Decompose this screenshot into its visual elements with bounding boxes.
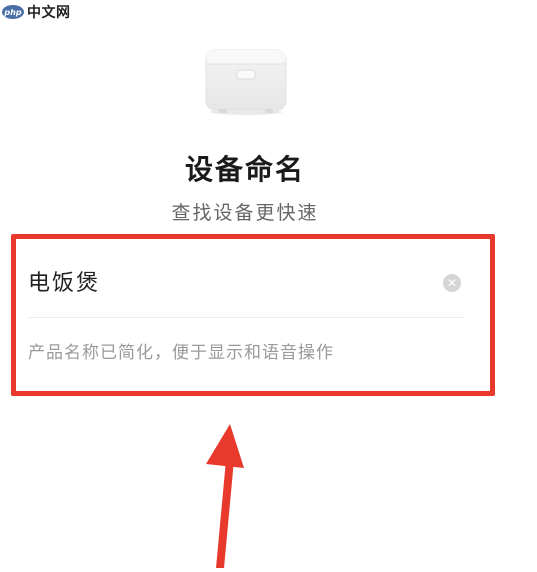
input-hint: 产品名称已简化，便于显示和语音操作 xyxy=(28,343,334,363)
annotation-arrow-icon xyxy=(190,420,260,568)
watermark-logo: php xyxy=(2,5,24,19)
input-underline xyxy=(28,317,463,318)
rice-cooker-icon xyxy=(201,48,291,116)
page-subtitle: 查找设备更快速 xyxy=(171,202,319,224)
clear-icon[interactable]: ✕ xyxy=(443,274,461,292)
watermark-text: 中文网 xyxy=(27,5,71,21)
watermark: php 中文网 xyxy=(2,2,71,22)
device-name-input[interactable]: 电饭煲 xyxy=(28,266,428,302)
page-title: 设备命名 xyxy=(184,153,305,186)
highlight-box xyxy=(11,234,495,396)
